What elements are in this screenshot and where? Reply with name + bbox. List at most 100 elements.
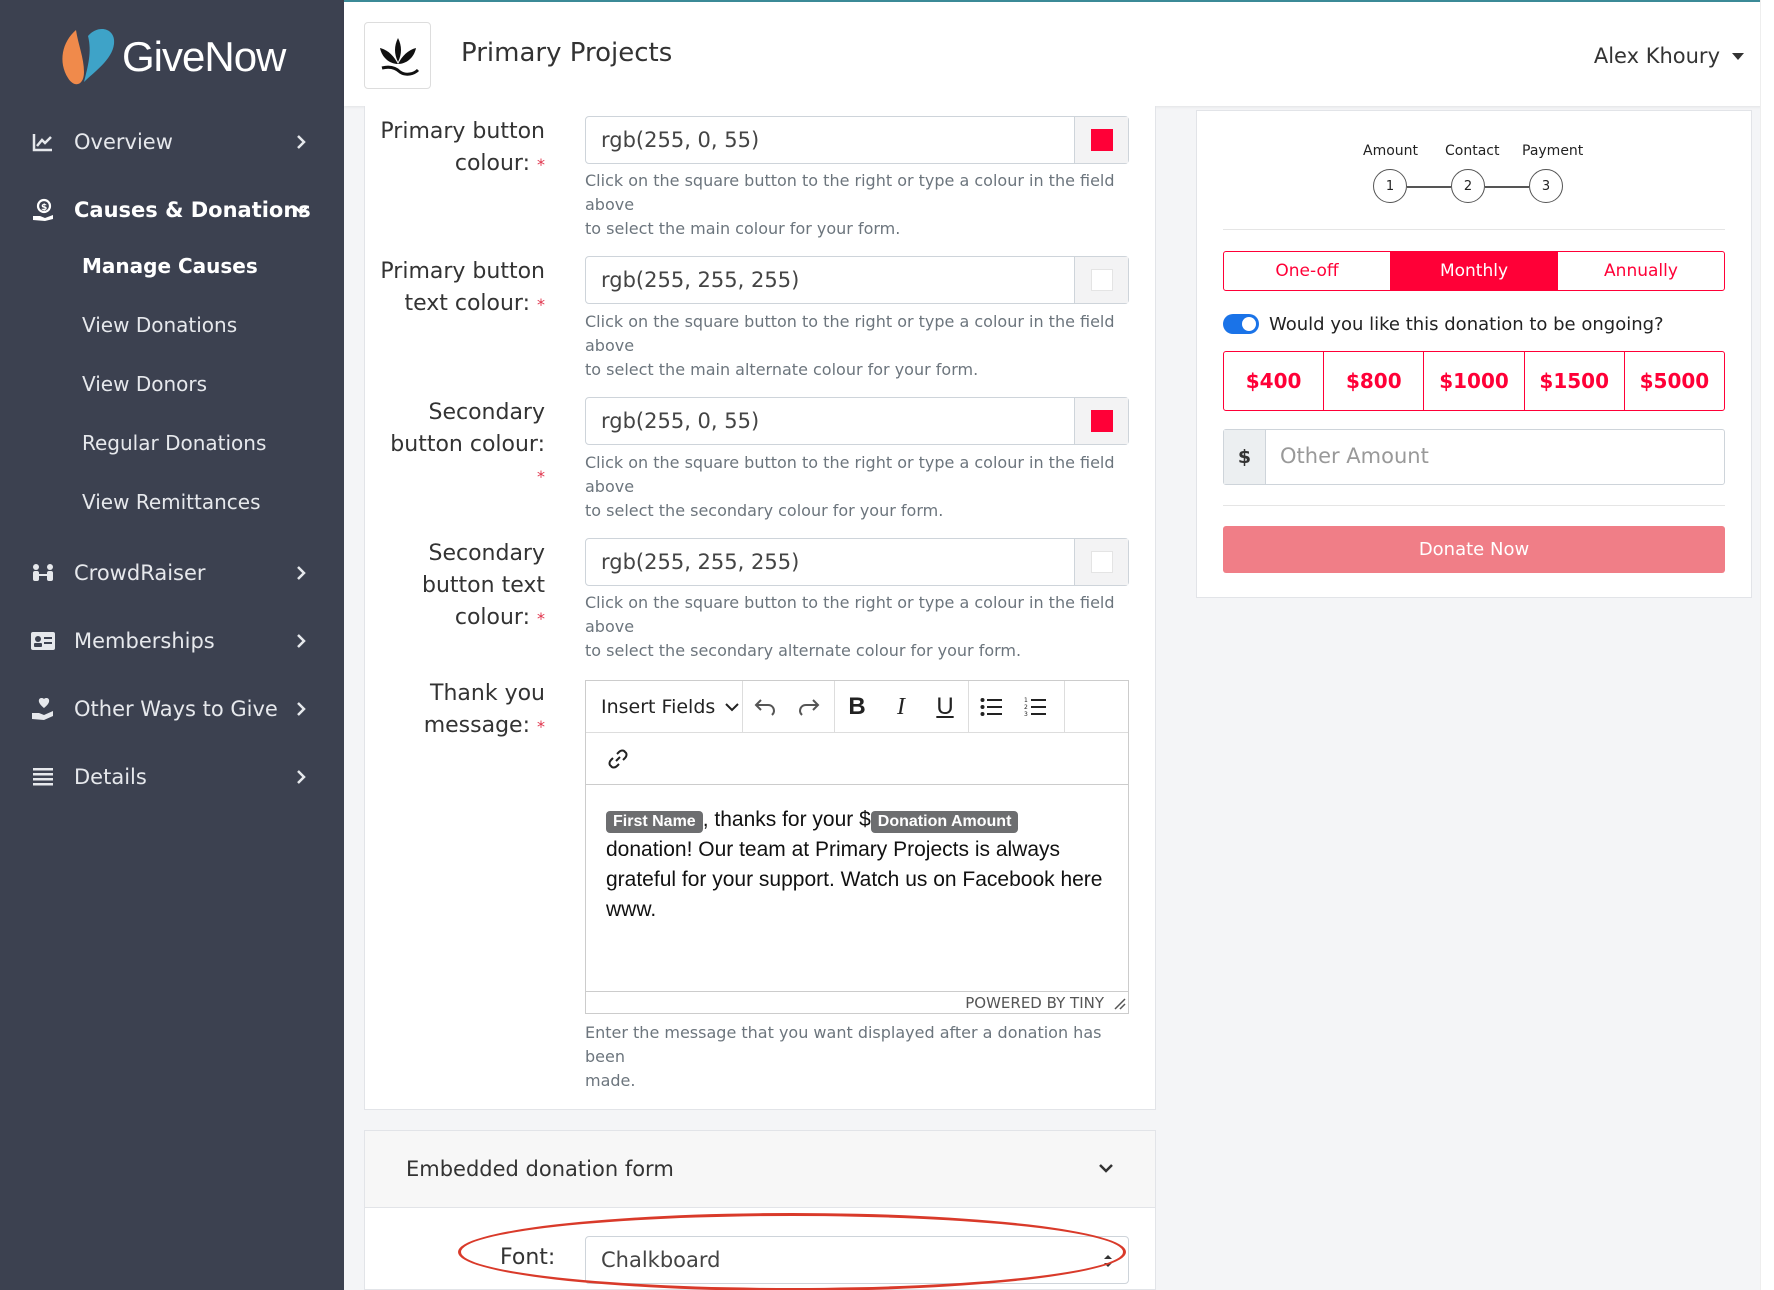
sidebar: GiveNow Overview $ Causes & Donations Ma…: [0, 0, 344, 1290]
colour-picker-button[interactable]: [1074, 257, 1128, 303]
secondary-button-text-colour-label: Secondary button text colour: *: [422, 541, 545, 630]
italic-icon[interactable]: I: [879, 687, 923, 727]
step-circle: 3: [1529, 169, 1563, 203]
secondary-button-colour-input[interactable]: rgb(255, 0, 55): [585, 397, 1129, 445]
editor-toolbar: Insert Fields B I U 1 2 3: [586, 681, 1128, 733]
colour-swatch: [1090, 410, 1113, 432]
rich-text-editor[interactable]: Insert Fields B I U 1 2 3 First Name , t…: [585, 680, 1129, 1014]
chevron-down-icon: [1099, 1164, 1113, 1173]
hand-heart-icon: [30, 696, 56, 722]
link-icon[interactable]: [596, 739, 640, 779]
bullet-list-icon[interactable]: [969, 687, 1013, 727]
sidebar-item-details[interactable]: Details: [0, 747, 344, 807]
colour-swatch: [1090, 551, 1113, 573]
id-card-icon: [30, 628, 56, 654]
amount-button[interactable]: $800: [1324, 352, 1425, 410]
givenow-logo[interactable]: GiveNow: [54, 22, 286, 92]
insert-fields-dropdown[interactable]: Insert Fields: [586, 696, 740, 718]
bold-icon[interactable]: B: [835, 687, 879, 727]
chart-line-icon: [30, 129, 56, 155]
chevron-right-icon: [297, 702, 306, 716]
primary-button-text-colour-input[interactable]: rgb(255, 255, 255): [585, 256, 1129, 304]
font-select[interactable]: Chalkboard: [585, 1236, 1129, 1284]
colour-picker-button[interactable]: [1074, 398, 1128, 444]
chevron-right-icon: [297, 566, 306, 580]
donation-form-preview: Amount Contact Payment 1 2 3 One-off Mon…: [1196, 110, 1752, 598]
editor-toolbar-row-2: [586, 733, 1128, 785]
step-label: Contact: [1445, 143, 1500, 159]
caret-down-icon: [1732, 52, 1744, 60]
currency-addon: $: [1224, 430, 1266, 484]
people-icon: [30, 560, 56, 586]
sidebar-subitem-view-remittances[interactable]: View Remittances: [82, 490, 261, 514]
frequency-monthly[interactable]: Monthly: [1391, 252, 1558, 290]
sidebar-item-label: Other Ways to Give: [74, 697, 278, 721]
help-text: Click on the square button to the right …: [585, 593, 1115, 660]
colour-picker-button[interactable]: [1074, 539, 1128, 585]
org-logo: [364, 22, 431, 89]
amount-button[interactable]: $1500: [1525, 352, 1625, 410]
amount-button[interactable]: $5000: [1625, 352, 1724, 410]
other-amount-field[interactable]: $ Other Amount: [1223, 429, 1725, 485]
step-label: Amount: [1363, 143, 1419, 159]
frequency-annually[interactable]: Annually: [1558, 252, 1724, 290]
svg-text:3: 3: [1024, 711, 1028, 718]
form-card: Primary button colour: * rgb(255, 0, 55)…: [364, 106, 1156, 1110]
amount-button[interactable]: $400: [1224, 352, 1325, 410]
secondary-button-text-colour-input[interactable]: rgb(255, 255, 255): [585, 538, 1129, 586]
primary-button-text-colour-label: Primary button text colour: *: [380, 259, 545, 316]
sidebar-item-other-ways[interactable]: Other Ways to Give: [0, 679, 344, 739]
lotus-icon: [379, 37, 419, 76]
secondary-button-colour-label: Secondary button colour: *: [390, 400, 545, 486]
svg-text:$: $: [41, 203, 47, 213]
sidebar-item-crowdraiser[interactable]: CrowdRaiser: [0, 543, 344, 603]
user-menu[interactable]: Alex Khoury: [1594, 44, 1744, 68]
primary-button-colour-input[interactable]: rgb(255, 0, 55): [585, 116, 1129, 164]
sidebar-subitem-view-donations[interactable]: View Donations: [82, 313, 237, 337]
frequency-one-off[interactable]: One-off: [1224, 252, 1391, 290]
donate-now-button[interactable]: Donate Now: [1223, 526, 1725, 573]
chevron-down-icon: [725, 703, 740, 712]
page-title: Primary Projects: [461, 38, 673, 68]
resize-handle-icon[interactable]: [1114, 998, 1126, 1010]
colour-swatch: [1090, 129, 1113, 151]
editor-content[interactable]: First Name, thanks for your $ Donation Am…: [606, 805, 1106, 925]
help-text: Click on the square button to the right …: [585, 312, 1115, 379]
ongoing-toggle[interactable]: [1223, 314, 1259, 334]
accordion-title: Embedded donation form: [406, 1157, 674, 1181]
help-text: Click on the square button to the right …: [585, 171, 1115, 238]
help-text: Enter the message that you want displaye…: [585, 1023, 1102, 1090]
sidebar-item-memberships[interactable]: Memberships: [0, 611, 344, 671]
sidebar-subitem-manage-causes[interactable]: Manage Causes: [82, 254, 258, 278]
numbered-list-icon[interactable]: 123: [1013, 687, 1057, 727]
undo-icon[interactable]: [743, 687, 787, 727]
font-label: Font:: [500, 1245, 556, 1270]
frequency-toggle: One-off Monthly Annually: [1223, 251, 1725, 291]
amount-button[interactable]: $1000: [1424, 352, 1525, 410]
embedded-form-body: Font: Chalkboard: [364, 1208, 1156, 1290]
select-arrows-icon: [1104, 1255, 1112, 1267]
other-amount-placeholder: Other Amount: [1280, 444, 1429, 468]
powered-by-text: POWERED BY TINY: [965, 994, 1104, 1012]
primary-button-colour-label: Primary button colour: *: [380, 119, 545, 176]
sidebar-subitem-regular-donations[interactable]: Regular Donations: [82, 431, 266, 455]
sidebar-item-overview[interactable]: Overview: [0, 112, 344, 172]
step-circle: 2: [1451, 169, 1485, 203]
user-name: Alex Khoury: [1593, 44, 1720, 68]
scrollbar[interactable]: [1760, 0, 1774, 1290]
step-label: Payment: [1522, 143, 1584, 159]
underline-icon[interactable]: U: [923, 687, 967, 727]
colour-picker-button[interactable]: [1074, 117, 1128, 163]
givenow-heart-icon: [62, 29, 115, 85]
chevron-right-icon: [297, 135, 306, 149]
ongoing-label: Would you like this donation to be ongoi…: [1269, 313, 1664, 335]
chevron-down-icon: [294, 206, 308, 215]
embedded-form-accordion[interactable]: Embedded donation form: [364, 1130, 1156, 1208]
sidebar-item-label: Memberships: [74, 629, 215, 653]
sidebar-item-causes-donations[interactable]: $ Causes & Donations: [0, 180, 344, 240]
editor-statusbar: POWERED BY TINY: [586, 991, 1128, 1013]
redo-icon[interactable]: [787, 687, 831, 727]
sidebar-subitem-view-donors[interactable]: View Donors: [82, 372, 207, 396]
step-circle: 1: [1373, 169, 1407, 203]
sidebar-item-label: Causes & Donations: [74, 198, 311, 222]
